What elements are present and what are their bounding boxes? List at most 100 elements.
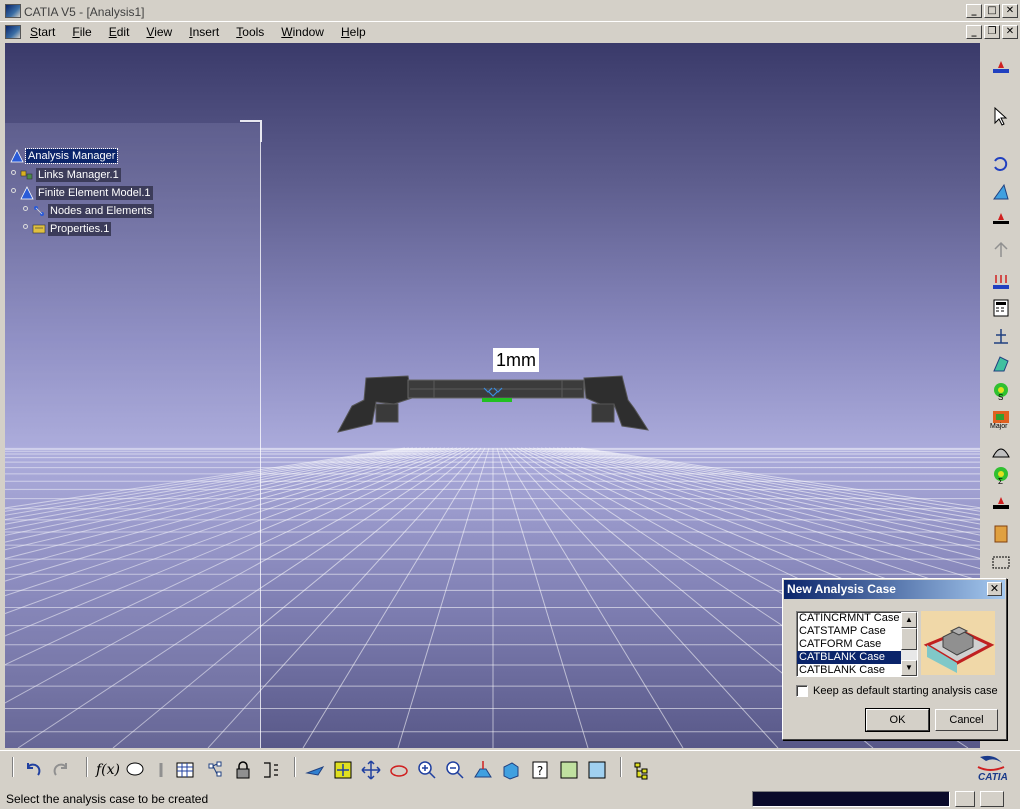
keep-default-row[interactable]: Keep as default starting analysis case [796, 685, 998, 697]
list-item-selected[interactable]: CATBLANK Case [797, 651, 902, 664]
distributed-load-icon[interactable] [990, 271, 1012, 293]
dialog-title-bar[interactable]: New Analysis Case ✕ [784, 580, 1005, 599]
tree-node-links-manager[interactable]: Links Manager.1 [20, 167, 121, 182]
analysis-case-list[interactable]: CATINCRMNT Case CATSTAMP Case CATFORM Ca… [796, 611, 918, 677]
table-icon[interactable] [174, 759, 196, 781]
dialog-close-button[interactable]: ✕ [987, 582, 1002, 596]
sigma-label: Σ [998, 477, 1003, 486]
tree-label: Analysis Manager [24, 147, 119, 164]
menu-edit[interactable]: Edit [109, 25, 139, 39]
list-item[interactable]: CATSTAMP Case [797, 625, 902, 638]
right-toolbar: S Major Σ [982, 43, 1020, 583]
command-input[interactable] [752, 791, 950, 807]
comment-icon[interactable] [124, 759, 146, 781]
rotate-icon[interactable] [388, 759, 410, 781]
cancel-button[interactable]: Cancel [935, 709, 998, 731]
ds-logo-icon [977, 755, 1005, 771]
close-button[interactable]: ✕ [1002, 4, 1018, 18]
stress-s-icon[interactable]: S [990, 381, 1012, 403]
keep-default-label: Keep as default starting analysis case [813, 685, 998, 697]
surface-icon[interactable] [990, 181, 1012, 203]
iso-view-icon[interactable] [500, 759, 522, 781]
menu-insert[interactable]: Insert [189, 25, 228, 39]
report-icon[interactable] [990, 523, 1012, 545]
dialog-title: New Analysis Case [787, 582, 896, 596]
knowledge-icon[interactable] [150, 759, 172, 781]
clamp-icon[interactable] [990, 57, 1012, 79]
shading-icon[interactable] [558, 759, 580, 781]
tree-label: Links Manager.1 [36, 167, 121, 182]
list-scrollbar[interactable]: ▲ ▼ [901, 612, 917, 676]
error-map-icon[interactable]: Σ [990, 465, 1012, 487]
toolbar-separator [12, 757, 14, 777]
scroll-thumb[interactable] [901, 628, 917, 650]
list-item[interactable]: CATFORM Case [797, 638, 902, 651]
menu-window[interactable]: Window [281, 25, 333, 39]
deformation-icon[interactable] [990, 439, 1012, 461]
pan-icon[interactable] [360, 759, 382, 781]
doc-minimize-button[interactable]: _ [966, 25, 982, 39]
3d-part-model[interactable] [330, 368, 660, 438]
render-icon[interactable] [586, 759, 608, 781]
tree-connector [23, 206, 28, 211]
menu-bar: Start File Edit View Insert Tools Window… [0, 22, 1020, 42]
restraint-icon[interactable] [990, 209, 1012, 231]
tree-toggle-icon[interactable] [630, 759, 652, 781]
tree-node-finite-element-model[interactable]: Finite Element Model.1 [20, 185, 153, 200]
doc-restore-button[interactable]: ❐ [984, 25, 1000, 39]
toolbar-separator [86, 757, 88, 777]
tree-node-nodes-and-elements[interactable]: Nodes and Elements [32, 203, 155, 218]
status-button[interactable] [955, 791, 975, 807]
help-icon[interactable]: ? [530, 759, 552, 781]
maximize-button[interactable]: □ [984, 4, 1000, 18]
analysis-case-preview-image [921, 611, 995, 675]
status-message: Select the analysis case to be created [6, 792, 209, 806]
group-icon[interactable] [990, 551, 1012, 573]
menu-help[interactable]: Help [341, 25, 375, 39]
hierarchy-icon[interactable] [204, 759, 226, 781]
calculator-icon[interactable] [990, 297, 1012, 319]
scroll-down-button[interactable]: ▼ [901, 660, 917, 676]
rotate-view-icon[interactable] [990, 153, 1012, 175]
keep-default-checkbox[interactable] [796, 685, 808, 697]
minimize-button[interactable]: _ [966, 4, 982, 18]
redo-icon[interactable] [50, 759, 72, 781]
tree-connector [11, 188, 16, 193]
fem-icon [20, 185, 34, 199]
tree-node-properties[interactable]: Properties.1 [32, 221, 112, 236]
ok-button[interactable]: OK [865, 708, 930, 732]
tree-connector [11, 170, 16, 175]
app-icon[interactable] [5, 4, 21, 18]
menu-tools[interactable]: Tools [236, 25, 273, 39]
scroll-up-button[interactable]: ▲ [901, 612, 917, 628]
menu-file[interactable]: File [72, 25, 100, 39]
lock-icon[interactable] [232, 759, 254, 781]
zoom-out-icon[interactable] [444, 759, 466, 781]
sensor-icon[interactable] [990, 325, 1012, 347]
mesh-icon[interactable] [990, 353, 1012, 375]
list-item[interactable]: CATINCRMNT Case [797, 612, 902, 625]
menu-view[interactable]: View [146, 25, 181, 39]
document-icon[interactable] [5, 25, 21, 39]
power-input-button[interactable] [980, 791, 1004, 807]
fly-icon[interactable] [304, 759, 326, 781]
doc-close-button[interactable]: ✕ [1002, 25, 1018, 39]
links-manager-icon [20, 170, 33, 179]
undo-icon[interactable] [22, 759, 44, 781]
major-stress-icon[interactable]: Major [990, 409, 1012, 431]
title-bar: CATIA V5 - [Analysis1] _ □ ✕ [0, 0, 1020, 22]
parameters-icon[interactable] [260, 759, 282, 781]
dimension-label: 1mm [493, 348, 539, 372]
pressure-icon[interactable] [990, 493, 1012, 515]
catia-logo: CATIA [972, 753, 1016, 785]
select-arrow-icon[interactable] [990, 105, 1012, 127]
load-arrow-icon[interactable] [990, 239, 1012, 261]
list-item[interactable]: CATBLANK Case [797, 664, 902, 676]
formula-icon[interactable]: f(x) [96, 759, 120, 781]
menu-start[interactable]: Start [30, 25, 64, 39]
fit-all-icon[interactable] [332, 759, 354, 781]
zoom-in-icon[interactable] [416, 759, 438, 781]
normal-view-icon[interactable] [472, 759, 494, 781]
tree-node-analysis-manager[interactable]: Analysis Manager [10, 147, 119, 164]
tree-bracket [240, 120, 262, 142]
